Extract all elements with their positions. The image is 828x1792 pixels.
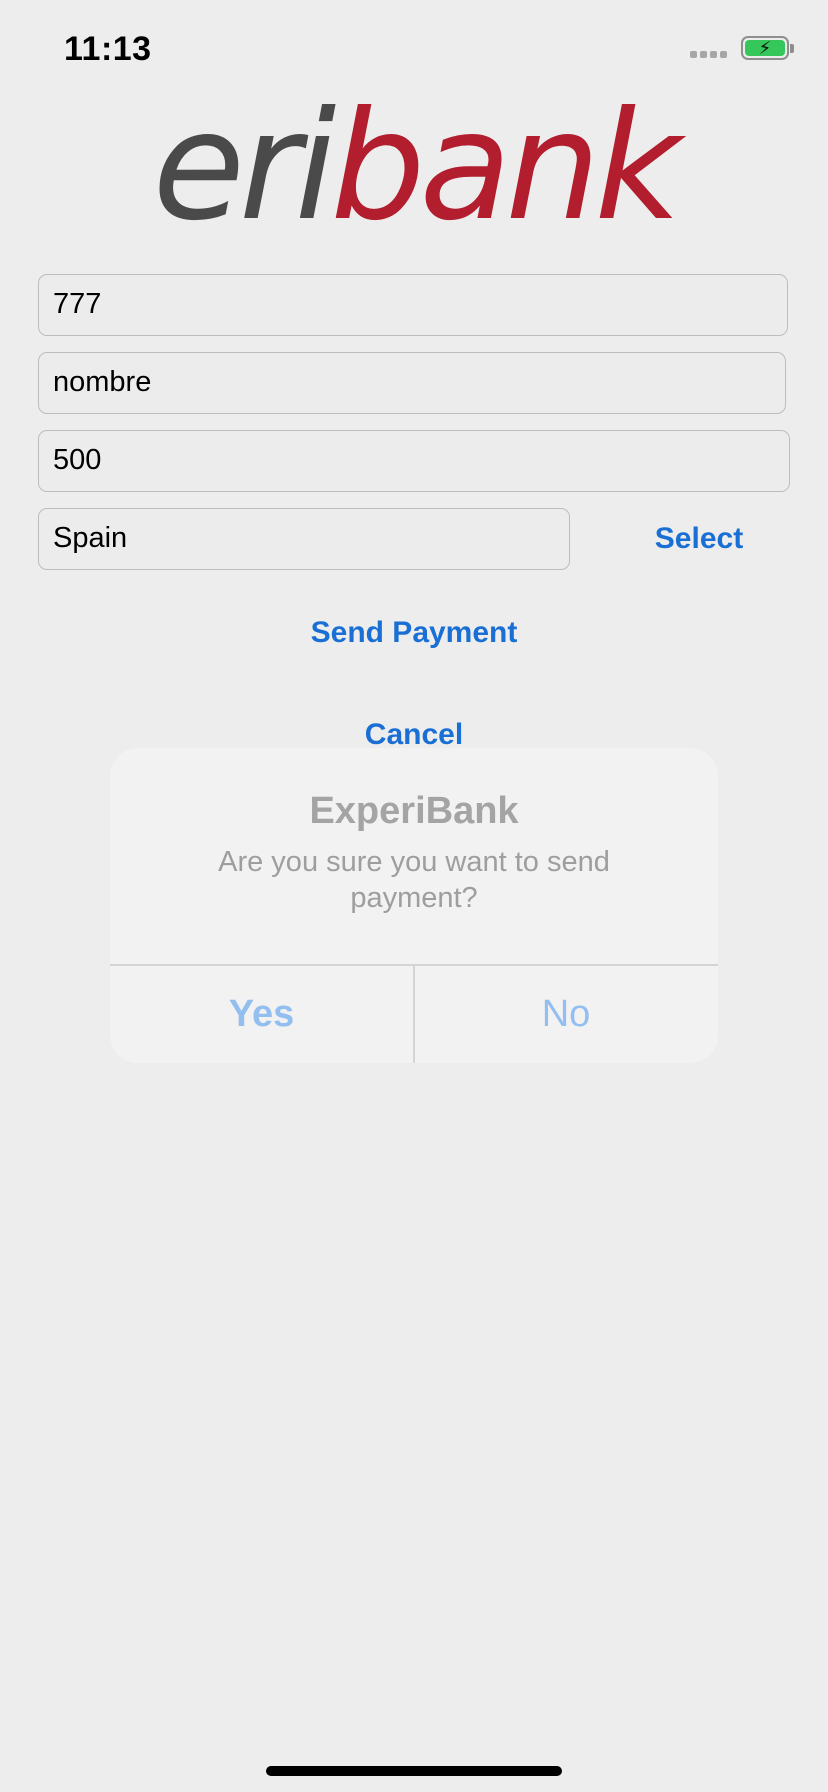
signal-dots-icon	[690, 51, 727, 58]
alert-no-button[interactable]: No	[414, 965, 718, 1063]
alert-yes-button[interactable]: Yes	[110, 965, 413, 1063]
phone-field[interactable]: 777	[38, 274, 788, 336]
confirm-payment-alert: ExperiBank Are you sure you want to send…	[110, 748, 718, 1063]
alert-title: ExperiBank	[309, 790, 519, 832]
name-field[interactable]: nombre	[38, 352, 786, 414]
amount-field[interactable]: 500	[38, 430, 790, 492]
status-time: 11:13	[64, 30, 152, 68]
send-payment-button[interactable]: Send Payment	[264, 616, 564, 650]
eribank-logo: eribank	[0, 92, 828, 242]
payment-screen: 11:13 ⚡ eribank 777 nombre 500 Spain Sel…	[0, 0, 828, 1792]
alert-message: Are you sure you want to send payment?	[218, 846, 610, 914]
country-field[interactable]: Spain	[38, 508, 570, 570]
home-indicator[interactable]	[266, 1766, 562, 1776]
cancel-button[interactable]: Cancel	[314, 718, 514, 752]
charging-battery-icon: ⚡	[741, 36, 789, 60]
battery-tip	[790, 44, 794, 53]
logo-part-eri: eri	[152, 80, 337, 254]
logo-part-bank: bank	[330, 80, 681, 254]
select-button[interactable]: Select	[630, 522, 768, 556]
